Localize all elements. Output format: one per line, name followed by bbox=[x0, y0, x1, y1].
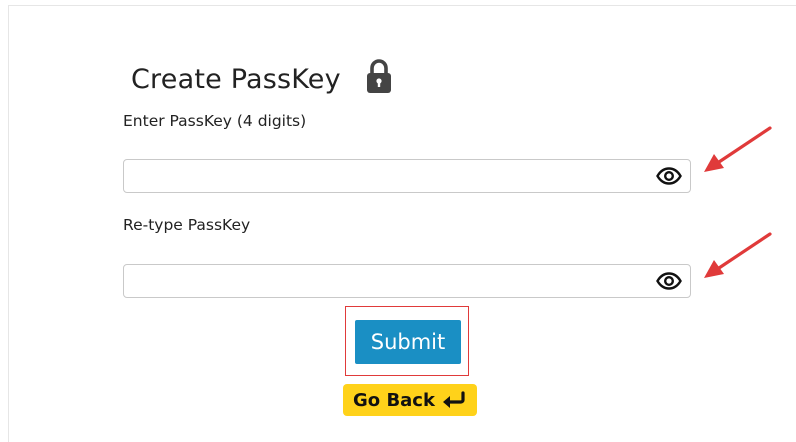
retype-input[interactable] bbox=[134, 266, 658, 298]
red-arrow-annotation bbox=[704, 232, 772, 278]
submit-button[interactable]: Submit bbox=[355, 320, 461, 364]
page-title: Create PassKey bbox=[131, 64, 341, 95]
retype-label: Re-type PassKey bbox=[123, 216, 251, 234]
retype-field[interactable] bbox=[123, 264, 691, 298]
go-back-label: Go Back bbox=[353, 389, 435, 411]
red-arrow-annotation bbox=[704, 126, 772, 172]
eye-icon[interactable] bbox=[656, 272, 682, 290]
passkey-label: Enter PassKey (4 digits) bbox=[123, 112, 307, 130]
eye-icon[interactable] bbox=[656, 167, 682, 185]
passkey-input[interactable] bbox=[134, 161, 658, 193]
passkey-field[interactable] bbox=[123, 159, 691, 193]
lock-icon bbox=[367, 59, 391, 93]
go-back-button[interactable]: Go Back bbox=[343, 384, 477, 416]
return-arrow-icon bbox=[442, 391, 465, 408]
